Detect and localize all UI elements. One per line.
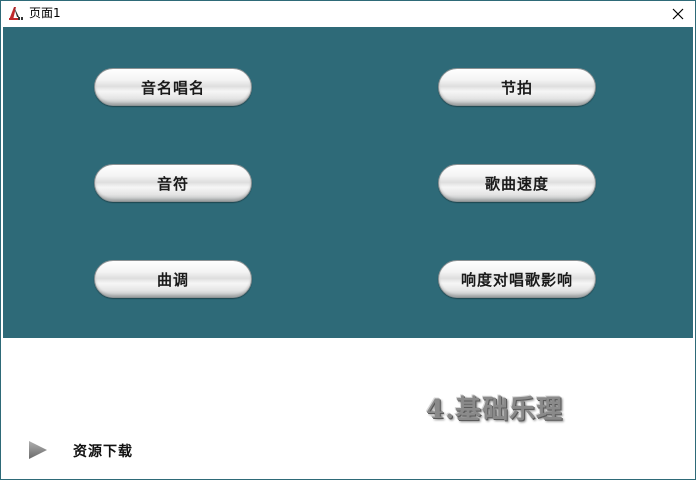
notes-button[interactable]: 音符 bbox=[94, 164, 252, 202]
title-bar: 页面1 bbox=[1, 1, 695, 26]
meter-button[interactable]: 节拍 bbox=[438, 68, 596, 106]
solmization-button[interactable]: 音名唱名 bbox=[94, 68, 252, 106]
key-button[interactable]: 曲调 bbox=[94, 260, 252, 298]
app-icon bbox=[7, 5, 25, 21]
app-window: 页面1 音名唱名 节拍 音符 歌曲速度 曲调 响度对唱歌影响 4.基础乐理 资源… bbox=[0, 0, 696, 480]
tempo-button[interactable]: 歌曲速度 bbox=[438, 164, 596, 202]
play-icon[interactable] bbox=[27, 440, 49, 460]
dynamics-button[interactable]: 响度对唱歌影响 bbox=[438, 260, 596, 298]
resource-download-link[interactable]: 资源下载 bbox=[73, 441, 133, 461]
close-icon bbox=[672, 8, 684, 19]
section-title: 4.基础乐理 bbox=[426, 395, 564, 425]
close-button[interactable] bbox=[661, 1, 695, 26]
window-title: 页面1 bbox=[29, 6, 61, 20]
